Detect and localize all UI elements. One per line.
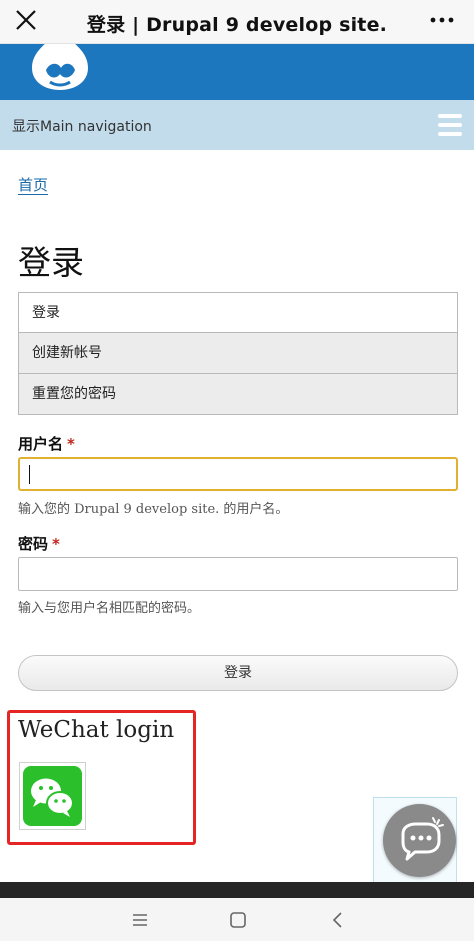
app-bar-title: 登录 | Drupal 9 develop site. <box>86 14 388 36</box>
wechat-login-title: WeChat login <box>18 717 175 743</box>
home-square-icon[interactable] <box>228 910 248 930</box>
username-input[interactable] <box>18 457 458 491</box>
menu-icon[interactable] <box>130 910 150 930</box>
password-description: 输入与您用户名相匹配的密码。 <box>18 601 201 616</box>
breadcrumb-home-link[interactable]: 首页 <box>18 176 49 195</box>
tab-login[interactable]: 登录 <box>18 292 458 333</box>
back-chevron-icon[interactable] <box>328 910 348 930</box>
tab-reset-password[interactable]: 重置您的密码 <box>18 374 458 415</box>
main-navigation-toggle-label[interactable]: 显示Main navigation <box>12 116 152 136</box>
drupal-logo[interactable] <box>28 44 92 92</box>
floating-chat-button[interactable] <box>383 804 456 877</box>
system-navigation-bar <box>0 898 474 941</box>
password-input[interactable] <box>18 557 458 591</box>
account-tabs: 登录 创建新帐号 重置您的密码 <box>18 292 458 415</box>
required-mark: * <box>52 535 60 553</box>
text-caret <box>29 465 30 484</box>
username-label-text: 用户名 <box>18 435 64 453</box>
page-title: 登录 <box>18 243 84 282</box>
app-bar: 登录 | Drupal 9 develop site. <box>0 0 474 44</box>
password-label-text: 密码 <box>18 535 49 553</box>
required-mark: * <box>67 435 75 453</box>
hamburger-icon[interactable] <box>436 111 464 139</box>
page-footer-strip <box>0 882 474 898</box>
main-navigation-bar: 显示Main navigation <box>0 100 474 150</box>
username-label: 用户名 * <box>18 433 75 454</box>
password-label: 密码 * <box>18 533 60 554</box>
wechat-login-button[interactable] <box>19 762 86 830</box>
wechat-icon <box>23 766 82 826</box>
username-description: 输入您的 Drupal 9 develop site. 的用户名。 <box>18 502 289 517</box>
tab-create-account[interactable]: 创建新帐号 <box>18 333 458 374</box>
site-header <box>0 44 474 100</box>
login-submit-button[interactable]: 登录 <box>18 655 458 691</box>
chat-bubble-icon <box>401 817 444 861</box>
more-dots-icon[interactable] <box>428 8 456 32</box>
